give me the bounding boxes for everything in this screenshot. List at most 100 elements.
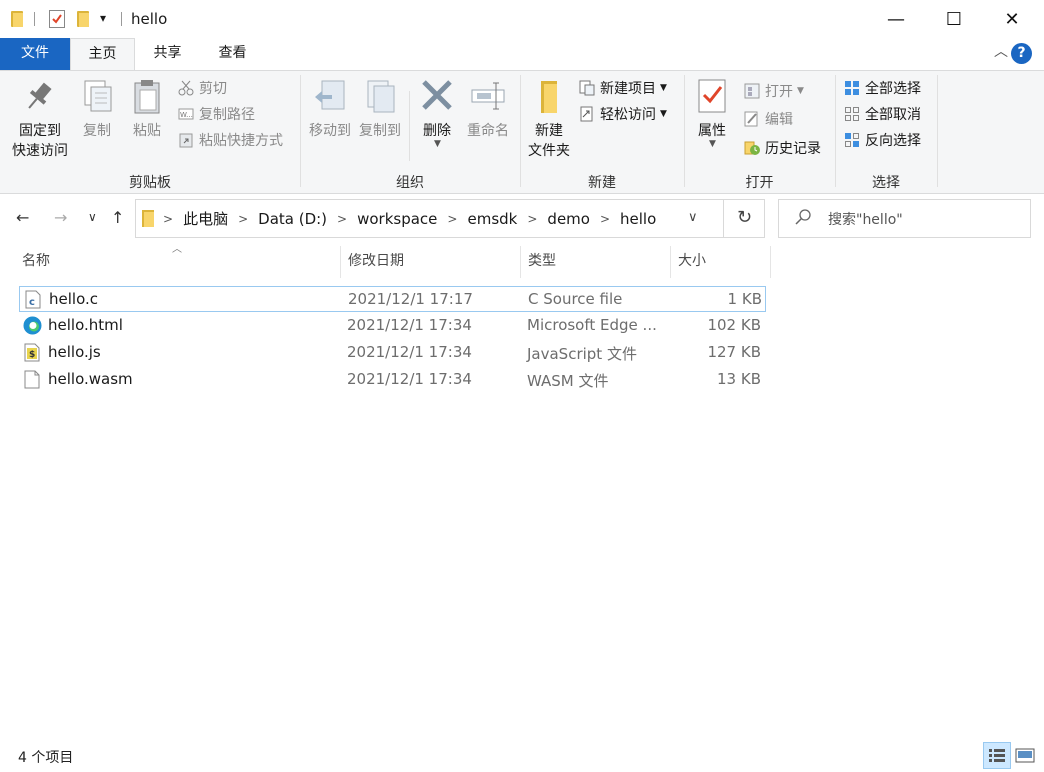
copy-button[interactable]: 复制 bbox=[76, 77, 118, 141]
svg-text:$: $ bbox=[29, 350, 35, 360]
paste-button[interactable]: 粘贴 bbox=[126, 77, 168, 141]
collapse-ribbon-icon[interactable]: ︿ bbox=[994, 41, 1008, 61]
customize-quick-access-icon[interactable]: ▾ bbox=[100, 11, 106, 25]
new-folder-button[interactable]: 新建 文件夹 bbox=[524, 77, 574, 161]
file-name: hello.wasm bbox=[48, 370, 133, 388]
select-none-button[interactable]: 全部取消 bbox=[844, 103, 921, 125]
open-button[interactable]: 打开 ▼ bbox=[744, 80, 804, 102]
column-header-type[interactable]: 类型 bbox=[521, 246, 671, 278]
search-box[interactable]: 搜索"hello" bbox=[778, 199, 1031, 238]
history-icon bbox=[744, 140, 760, 156]
maximize-button[interactable]: ☐ bbox=[925, 0, 983, 38]
group-divider bbox=[835, 75, 836, 187]
chevron-right-icon[interactable]: > bbox=[235, 212, 251, 226]
delete-x-icon bbox=[419, 77, 455, 115]
divider bbox=[121, 12, 122, 26]
delete-dropdown-icon[interactable]: ▼ bbox=[434, 139, 441, 149]
edit-icon bbox=[744, 111, 760, 127]
invert-selection-button[interactable]: 反向选择 bbox=[844, 129, 921, 151]
column-header-size[interactable]: 大小 bbox=[671, 246, 771, 278]
svg-text:W...: W... bbox=[180, 111, 193, 119]
group-divider bbox=[300, 75, 301, 187]
chevron-down-icon: ▼ bbox=[660, 83, 667, 93]
easy-access-button[interactable]: 轻松访问 ▼ bbox=[579, 103, 667, 125]
c-source-file-icon: c bbox=[24, 290, 42, 309]
back-button[interactable]: ← bbox=[16, 208, 29, 227]
file-row[interactable]: hello.wasm 2021/12/1 17:34 WASM 文件 13 KB bbox=[19, 367, 766, 393]
tab-file[interactable]: 文件 bbox=[0, 38, 70, 70]
file-row[interactable]: $ hello.js 2021/12/1 17:34 JavaScript 文件… bbox=[19, 340, 766, 366]
breadcrumb-item[interactable]: workspace bbox=[350, 210, 444, 228]
file-type: JavaScript 文件 bbox=[527, 345, 637, 363]
pin-to-quick-access-button[interactable]: 固定到 快速访问 bbox=[8, 77, 72, 161]
minimize-button[interactable]: — bbox=[867, 0, 925, 38]
tab-share[interactable]: 共享 bbox=[135, 38, 200, 70]
new-folder-icon bbox=[531, 77, 567, 115]
file-date: 2021/12/1 17:34 bbox=[347, 370, 472, 388]
properties-icon bbox=[694, 77, 730, 115]
group-divider bbox=[937, 75, 938, 187]
refresh-button[interactable]: ↻ bbox=[723, 199, 765, 238]
properties-button[interactable]: 属性 bbox=[690, 77, 734, 141]
delete-button[interactable]: 删除 bbox=[416, 77, 458, 141]
large-icons-view-button[interactable] bbox=[1011, 742, 1039, 769]
file-type: C Source file bbox=[528, 290, 623, 308]
address-history-dropdown-icon[interactable]: ∨ bbox=[688, 210, 698, 225]
breadcrumb-item[interactable]: 此电脑 bbox=[176, 208, 235, 229]
chevron-right-icon[interactable]: > bbox=[597, 212, 613, 226]
paste-shortcut-button[interactable]: 粘贴快捷方式 bbox=[178, 129, 283, 151]
edit-button[interactable]: 编辑 bbox=[744, 108, 793, 130]
properties-dropdown-icon[interactable]: ▼ bbox=[709, 139, 716, 149]
tab-home[interactable]: 主页 bbox=[70, 38, 135, 71]
move-to-button[interactable]: 移动到 bbox=[306, 77, 354, 141]
file-date: 2021/12/1 17:34 bbox=[347, 316, 472, 334]
copy-to-button[interactable]: 复制到 bbox=[356, 77, 404, 141]
column-header-date-modified[interactable]: 修改日期 bbox=[341, 246, 521, 278]
chevron-right-icon[interactable]: > bbox=[334, 212, 350, 226]
new-folder-quick-icon[interactable] bbox=[77, 11, 89, 27]
help-button[interactable]: ? bbox=[1011, 43, 1032, 64]
breadcrumb: > 此电脑 > Data (D:) > workspace > emsdk > … bbox=[136, 200, 663, 237]
group-label-organize: 组织 bbox=[396, 175, 424, 191]
tab-view[interactable]: 查看 bbox=[200, 38, 265, 70]
group-label-open: 打开 bbox=[745, 175, 774, 191]
open-icon bbox=[744, 83, 760, 99]
file-size: 102 KB bbox=[707, 316, 761, 334]
new-item-button[interactable]: 新建项目 ▼ bbox=[579, 77, 667, 99]
chevron-right-icon[interactable]: > bbox=[444, 212, 460, 226]
chevron-right-icon[interactable]: > bbox=[524, 212, 540, 226]
forward-button[interactable]: → bbox=[54, 208, 67, 227]
edge-html-icon bbox=[23, 316, 42, 335]
rename-button[interactable]: 重命名 bbox=[464, 77, 512, 141]
address-bar[interactable]: > 此电脑 > Data (D:) > workspace > emsdk > … bbox=[135, 199, 765, 238]
breadcrumb-item[interactable]: emsdk bbox=[460, 210, 524, 228]
blank-file-icon bbox=[23, 370, 41, 389]
file-name: hello.html bbox=[48, 316, 123, 334]
history-button[interactable]: 历史记录 bbox=[744, 137, 821, 159]
file-row[interactable]: c hello.c 2021/12/1 17:17 C Source file … bbox=[19, 286, 766, 312]
select-all-button[interactable]: 全部选择 bbox=[844, 77, 921, 99]
breadcrumb-item[interactable]: Data (D:) bbox=[251, 210, 334, 228]
file-size: 13 KB bbox=[717, 370, 761, 388]
invert-selection-icon bbox=[844, 132, 860, 148]
properties-quick-icon[interactable] bbox=[49, 10, 65, 28]
chevron-down-icon: ▼ bbox=[797, 86, 804, 96]
file-type: WASM 文件 bbox=[527, 372, 609, 390]
up-button[interactable]: ↑ bbox=[111, 208, 124, 227]
new-item-icon bbox=[579, 80, 595, 96]
close-button[interactable]: ✕ bbox=[983, 0, 1041, 38]
breadcrumb-item[interactable]: demo bbox=[540, 210, 597, 228]
column-header-name[interactable]: 名称 bbox=[15, 246, 341, 278]
group-label-clipboard: 剪贴板 bbox=[129, 175, 171, 191]
cut-button[interactable]: 剪切 bbox=[178, 77, 227, 99]
select-none-icon bbox=[844, 106, 860, 122]
file-row[interactable]: hello.html 2021/12/1 17:34 Microsoft Edg… bbox=[19, 313, 766, 339]
details-view-icon bbox=[989, 749, 1005, 762]
details-view-button[interactable] bbox=[983, 742, 1011, 769]
breadcrumb-item[interactable]: hello bbox=[613, 210, 663, 228]
copy-path-button[interactable]: W... 复制路径 bbox=[178, 103, 255, 125]
file-date: 2021/12/1 17:17 bbox=[348, 290, 473, 308]
svg-text:c: c bbox=[29, 297, 35, 308]
recent-locations-button[interactable]: ∨ bbox=[88, 210, 97, 224]
file-name: hello.js bbox=[48, 343, 101, 361]
